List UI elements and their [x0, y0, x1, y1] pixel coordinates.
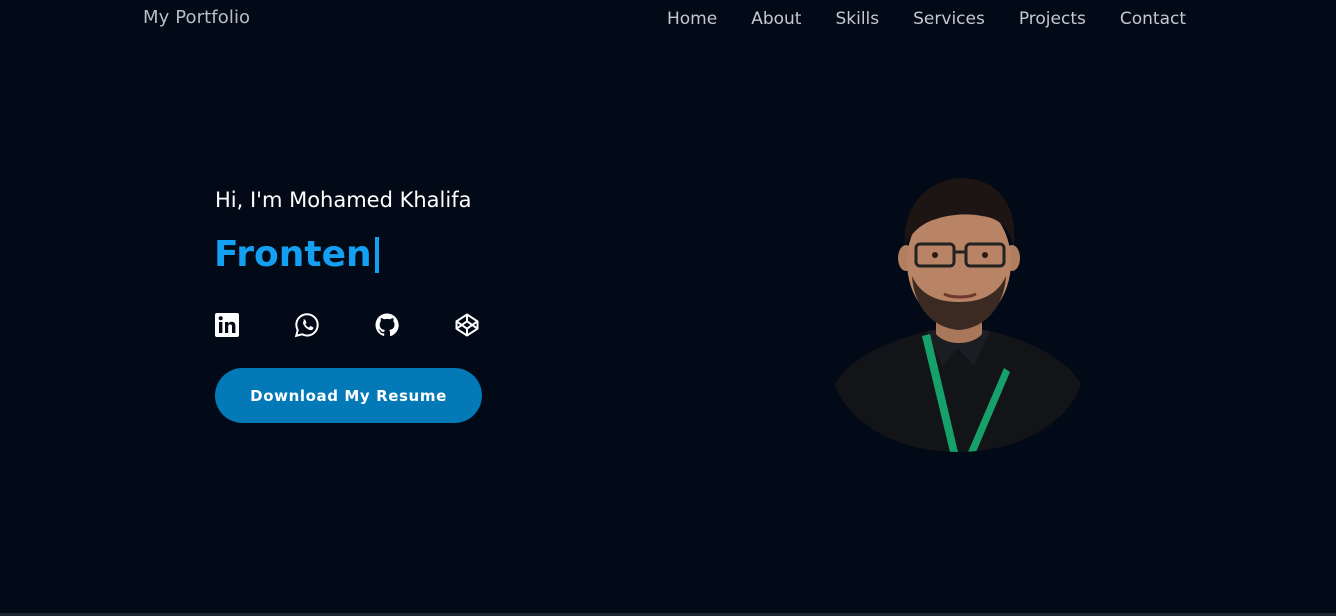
nav-link-contact[interactable]: Contact [1120, 9, 1186, 29]
nav-links: Home About Skills Services Projects Cont… [667, 9, 1186, 29]
navbar: My Portfolio Home About Skills Services … [0, 0, 1336, 40]
whatsapp-icon[interactable] [294, 312, 320, 338]
typed-role-text: Fronten [214, 234, 372, 275]
typed-role: Fronten [214, 234, 379, 275]
social-links [214, 312, 480, 338]
nav-link-projects[interactable]: Projects [1019, 9, 1086, 29]
download-resume-button[interactable]: Download My Resume [215, 368, 482, 423]
profile-photo [832, 176, 1084, 452]
brand-logo[interactable]: My Portfolio [143, 7, 250, 28]
hero-greeting: Hi, I'm Mohamed Khalifa [215, 188, 472, 212]
nav-link-skills[interactable]: Skills [835, 9, 879, 29]
nav-link-services[interactable]: Services [913, 9, 985, 29]
github-icon[interactable] [374, 312, 400, 338]
typing-cursor [374, 236, 379, 273]
nav-link-about[interactable]: About [751, 9, 801, 29]
portfolio-page: My Portfolio Home About Skills Services … [0, 0, 1336, 616]
nav-link-home[interactable]: Home [667, 9, 717, 29]
linkedin-icon[interactable] [214, 312, 240, 338]
codepen-icon[interactable] [454, 312, 480, 338]
